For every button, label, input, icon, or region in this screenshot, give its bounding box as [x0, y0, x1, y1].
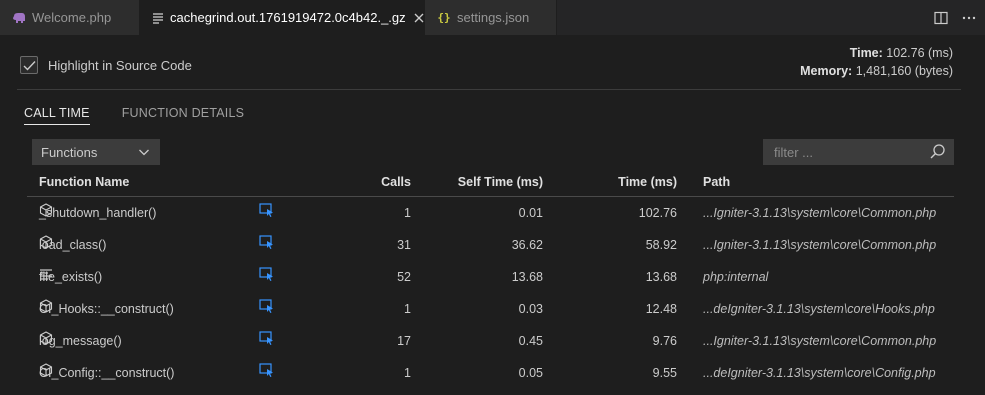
col-calls[interactable]: Calls	[381, 168, 411, 197]
self-time-cell: 0.03	[518, 302, 543, 316]
self-time-cell: 0.01	[518, 206, 543, 220]
time-label: Time:	[849, 46, 883, 60]
self-time-cell: 36.62	[511, 238, 543, 252]
time-value: 102.76 (ms)	[886, 46, 953, 60]
go-to-source-icon[interactable]	[259, 293, 275, 313]
editor-tab-bar: Welcome.php cachegrind.out.1761919472.0c…	[0, 0, 985, 35]
path-cell[interactable]: php:internal	[703, 261, 768, 293]
function-name: _shutdown_handler()	[39, 206, 157, 220]
go-to-source-icon[interactable]	[259, 357, 275, 377]
filter-placeholder: filter ...	[774, 144, 814, 160]
col-path[interactable]: Path	[703, 168, 730, 197]
memory-label: Memory:	[800, 64, 853, 78]
function-name: CI_Hooks::__construct()	[39, 302, 174, 316]
profile-stats: Time: 102.76 (ms) Memory: 1,481,160 (byt…	[800, 44, 953, 80]
calls-cell: 17	[397, 334, 411, 348]
path-cell[interactable]: ...Igniter-3.1.13\system\core\Common.php	[703, 197, 936, 229]
tab-label: settings.json	[457, 10, 530, 25]
search-icon[interactable]	[929, 143, 946, 160]
view-select-value: Functions	[41, 144, 98, 160]
tab-settings-json[interactable]: {} settings.json	[425, 0, 557, 35]
calls-cell: 1	[404, 206, 411, 220]
tab-cachegrind[interactable]: cachegrind.out.1761919472.0c4b42._.gz	[140, 0, 425, 35]
json-braces-icon: {}	[437, 11, 451, 24]
highlight-toggle[interactable]: Highlight in Source Code	[20, 56, 192, 74]
table-row[interactable]: load_class() 31 36.62 58.92 ...Igniter-3.1.1…	[27, 229, 954, 261]
path-cell[interactable]: ...Igniter-3.1.13\system\core\Common.php	[703, 325, 936, 357]
view-select[interactable]: Functions	[32, 139, 160, 165]
tab-label: cachegrind.out.1761919472.0c4b42._.gz	[170, 10, 406, 25]
calls-cell: 52	[397, 270, 411, 284]
functions-table: Function Name Calls Self Time (ms) Time …	[27, 168, 954, 389]
table-row[interactable]: CI_Config::__construct() 1 0.05 9.55 ...deIg…	[27, 357, 954, 389]
tab-function-details[interactable]: FUNCTION DETAILS	[122, 106, 244, 125]
self-time-cell: 13.68	[511, 270, 543, 284]
checkmark-icon	[23, 60, 36, 71]
table-row[interactable]: file_exists() 52 13.68 13.68 php:internal	[27, 261, 954, 293]
memory-value: 1,481,160 (bytes)	[855, 64, 953, 78]
function-name: CI_Config::__construct()	[39, 366, 175, 380]
filter-input[interactable]: filter ...	[763, 139, 954, 165]
function-name: log_message()	[39, 334, 122, 348]
go-to-source-icon[interactable]	[259, 325, 275, 345]
time-cell: 13.68	[645, 270, 677, 284]
calls-cell: 1	[404, 302, 411, 316]
go-to-source-icon[interactable]	[259, 261, 275, 281]
table-row[interactable]: _shutdown_handler() 1 0.01 102.76 ...Igniter…	[27, 197, 954, 229]
time-cell: 9.76	[652, 334, 677, 348]
chevron-down-icon	[139, 149, 149, 156]
go-to-source-icon[interactable]	[259, 229, 275, 249]
close-icon[interactable]	[414, 10, 424, 26]
tab-welcome-php[interactable]: Welcome.php	[0, 0, 140, 35]
path-cell[interactable]: ...deIgniter-3.1.13\system\core\Hooks.ph…	[703, 293, 935, 325]
time-cell: 9.55	[652, 366, 677, 380]
function-name: load_class()	[39, 238, 107, 252]
self-time-cell: 0.45	[518, 334, 543, 348]
table-row[interactable]: log_message() 17 0.45 9.76 ...Igniter-3.1.13…	[27, 325, 954, 357]
profile-header: Highlight in Source Code Time: 102.76 (m…	[17, 35, 961, 90]
time-cell: 58.92	[645, 238, 677, 252]
split-editor-icon[interactable]	[933, 10, 949, 26]
go-to-source-icon[interactable]	[259, 197, 275, 217]
panel-tabs: CALL TIME FUNCTION DETAILS	[24, 106, 244, 125]
table-row[interactable]: CI_Hooks::__construct() 1 0.03 12.48 ...deIg…	[27, 293, 954, 325]
calls-cell: 31	[397, 238, 411, 252]
highlight-label: Highlight in Source Code	[48, 57, 192, 73]
tab-label: Welcome.php	[32, 10, 112, 25]
php-elephant-icon	[12, 11, 26, 25]
function-name: file_exists()	[39, 270, 103, 284]
time-cell: 102.76	[638, 206, 677, 220]
table-header: Function Name Calls Self Time (ms) Time …	[27, 168, 954, 197]
path-cell[interactable]: ...deIgniter-3.1.13\system\core\Config.p…	[703, 357, 936, 389]
col-time[interactable]: Time (ms)	[618, 168, 677, 197]
highlight-checkbox[interactable]	[20, 56, 38, 74]
path-cell[interactable]: ...Igniter-3.1.13\system\core\Common.php	[703, 229, 936, 261]
tab-call-time[interactable]: CALL TIME	[24, 106, 90, 125]
self-time-cell: 0.05	[518, 366, 543, 380]
more-actions-icon[interactable]	[961, 10, 977, 26]
time-cell: 12.48	[645, 302, 677, 316]
col-self-time[interactable]: Self Time (ms)	[458, 168, 543, 197]
calls-cell: 1	[404, 366, 411, 380]
col-function-name[interactable]: Function Name	[39, 168, 129, 197]
file-lines-icon	[152, 11, 164, 25]
